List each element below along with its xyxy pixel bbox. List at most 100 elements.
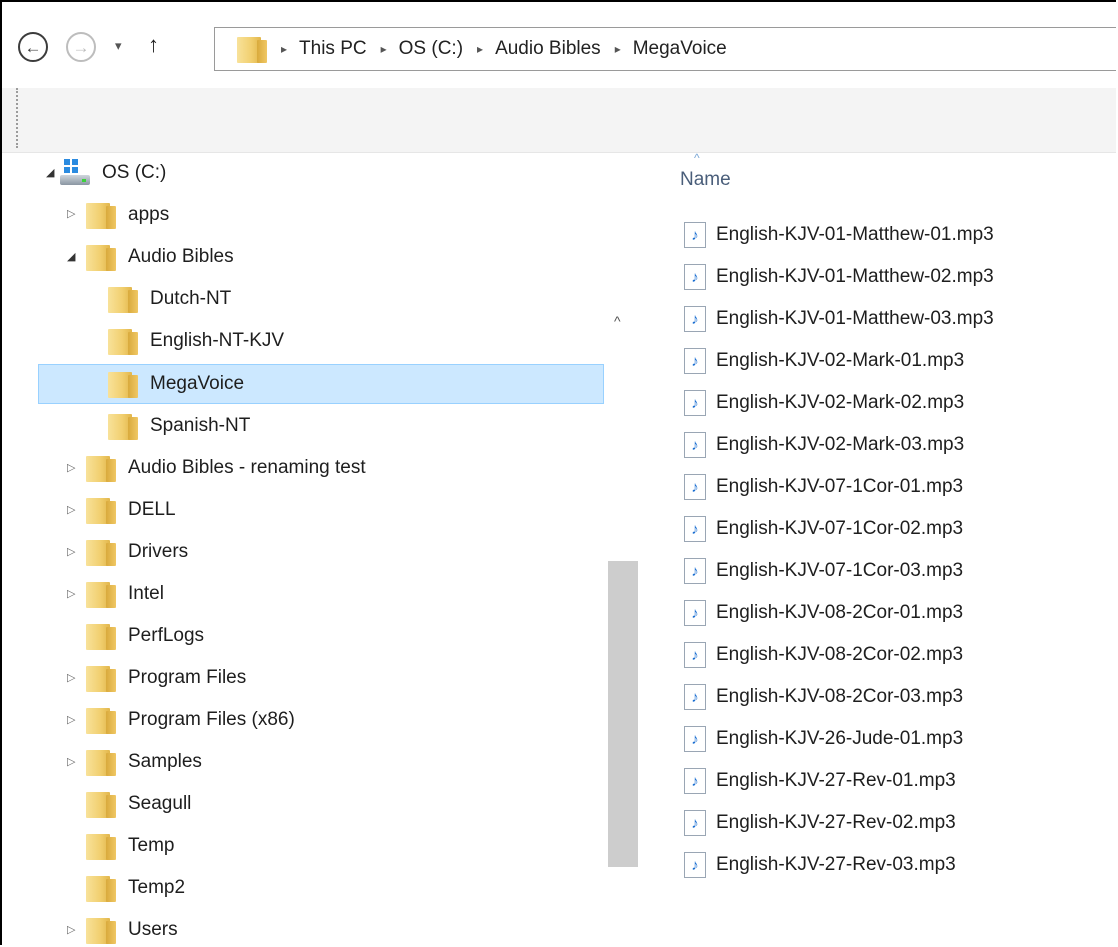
chevron-right-icon[interactable]: ▸ bbox=[477, 42, 483, 56]
file-item[interactable]: ♪ English-KJV-01-Matthew-02.mp3 bbox=[684, 257, 994, 297]
tree-item-label: Intel bbox=[128, 583, 164, 604]
folder-icon bbox=[86, 538, 116, 566]
tree-item-dell[interactable]: DELL bbox=[86, 490, 176, 530]
collapse-arrow-icon[interactable]: ▷ bbox=[67, 671, 75, 684]
tree-item-label: Temp bbox=[128, 835, 175, 856]
tree-item-label: PerfLogs bbox=[128, 625, 205, 646]
chevron-right-icon[interactable]: ▸ bbox=[615, 42, 621, 56]
tree-item-samples[interactable]: Samples bbox=[86, 742, 202, 782]
tree-item-os-c[interactable]: OS (C:) bbox=[60, 153, 166, 193]
tree-item-dutch-nt[interactable]: Dutch-NT bbox=[108, 279, 231, 319]
breadcrumb-audio-bibles[interactable]: Audio Bibles bbox=[495, 38, 601, 60]
column-header-name[interactable]: Name bbox=[680, 169, 731, 191]
tree-item-english-nt-kjv[interactable]: English-NT-KJV bbox=[108, 321, 284, 361]
file-name: English-KJV-02-Mark-03.mp3 bbox=[716, 434, 965, 455]
tree-item-label: Users bbox=[128, 919, 178, 940]
tree-item-megavoice[interactable]: MegaVoice bbox=[108, 364, 244, 404]
breadcrumb-this-pc[interactable]: This PC bbox=[299, 38, 367, 60]
collapse-arrow-icon[interactable]: ▷ bbox=[67, 587, 75, 600]
audio-file-icon: ♪ bbox=[684, 516, 706, 542]
back-button[interactable]: ← bbox=[18, 32, 48, 62]
tree-item-label: Program Files (x86) bbox=[128, 709, 295, 730]
folder-icon bbox=[86, 243, 116, 271]
audio-file-icon: ♪ bbox=[684, 852, 706, 878]
folder-icon bbox=[237, 35, 267, 63]
collapse-arrow-icon[interactable]: ▷ bbox=[67, 713, 75, 726]
breadcrumb-megavoice[interactable]: MegaVoice bbox=[633, 38, 727, 60]
tree-item-drivers[interactable]: Drivers bbox=[86, 532, 188, 572]
chevron-right-icon[interactable]: ▸ bbox=[381, 42, 387, 56]
explorer-window: ← → ▾ ↑ ▸ This PC ▸ OS (C:) ▸ Audio Bibl… bbox=[0, 0, 1116, 945]
file-item[interactable]: ♪ English-KJV-02-Mark-02.mp3 bbox=[684, 383, 964, 423]
file-item[interactable]: ♪ English-KJV-08-2Cor-03.mp3 bbox=[684, 677, 963, 717]
file-item[interactable]: ♪ English-KJV-08-2Cor-02.mp3 bbox=[684, 635, 963, 675]
collapse-arrow-icon[interactable]: ▷ bbox=[67, 545, 75, 558]
tree-item-temp2[interactable]: Temp2 bbox=[86, 868, 185, 908]
tree-item-program-files-x86[interactable]: Program Files (x86) bbox=[86, 700, 295, 740]
drive-icon bbox=[60, 159, 92, 187]
chevron-right-icon[interactable]: ▸ bbox=[281, 42, 287, 56]
file-item[interactable]: ♪ English-KJV-08-2Cor-01.mp3 bbox=[684, 593, 963, 633]
file-name: English-KJV-07-1Cor-01.mp3 bbox=[716, 476, 964, 497]
folder-icon bbox=[86, 201, 116, 229]
collapse-arrow-icon[interactable]: ▷ bbox=[67, 503, 75, 516]
collapse-arrow-icon[interactable]: ▷ bbox=[67, 461, 75, 474]
tree-item-label: MegaVoice bbox=[150, 373, 245, 394]
tree-item-temp[interactable]: Temp bbox=[86, 826, 174, 866]
file-item[interactable]: ♪ English-KJV-01-Matthew-03.mp3 bbox=[684, 299, 994, 339]
tree-item-perflogs[interactable]: PerfLogs bbox=[86, 616, 204, 656]
tree-item-label: Drivers bbox=[128, 541, 189, 562]
expand-arrow-icon[interactable]: ◢ bbox=[67, 250, 75, 263]
audio-file-icon: ♪ bbox=[684, 726, 706, 752]
folder-icon bbox=[86, 454, 116, 482]
address-bar[interactable]: ▸ This PC ▸ OS (C:) ▸ Audio Bibles ▸ Meg… bbox=[214, 27, 1116, 71]
file-item[interactable]: ♪ English-KJV-02-Mark-03.mp3 bbox=[684, 425, 964, 465]
collapse-arrow-icon[interactable]: ▷ bbox=[67, 207, 75, 220]
collapse-arrow-icon[interactable]: ▷ bbox=[67, 923, 75, 936]
address-bar-row: ← → ▾ ↑ ▸ This PC ▸ OS (C:) ▸ Audio Bibl… bbox=[2, 2, 1116, 88]
tree-item-program-files[interactable]: Program Files bbox=[86, 658, 246, 698]
file-item[interactable]: ♪ English-KJV-07-1Cor-01.mp3 bbox=[684, 467, 963, 507]
tree-item-label: Samples bbox=[128, 751, 202, 772]
folder-icon bbox=[108, 412, 138, 440]
tree-item-label: Dutch-NT bbox=[150, 288, 232, 309]
file-item[interactable]: ♪ English-KJV-27-Rev-01.mp3 bbox=[684, 761, 956, 801]
tree-item-users[interactable]: Users bbox=[86, 910, 178, 945]
scroll-up-icon[interactable]: ^ bbox=[614, 313, 621, 329]
audio-file-icon: ♪ bbox=[684, 684, 706, 710]
tree-item-label: Audio Bibles - renaming test bbox=[128, 457, 366, 478]
file-item[interactable]: ♪ English-KJV-01-Matthew-01.mp3 bbox=[684, 215, 994, 255]
collapse-arrow-icon[interactable]: ▷ bbox=[67, 755, 75, 768]
file-item[interactable]: ♪ English-KJV-02-Mark-01.mp3 bbox=[684, 341, 964, 381]
tree-item-label: apps bbox=[128, 204, 170, 225]
toolbar bbox=[2, 88, 1116, 153]
file-name: English-KJV-27-Rev-02.mp3 bbox=[716, 812, 956, 833]
tree-item-audio-bibles-renaming-test[interactable]: Audio Bibles - renaming test bbox=[86, 448, 366, 488]
audio-file-icon: ♪ bbox=[684, 306, 706, 332]
sort-ascending-icon: ^ bbox=[694, 151, 700, 165]
file-item[interactable]: ♪ English-KJV-07-1Cor-02.mp3 bbox=[684, 509, 963, 549]
audio-file-icon: ♪ bbox=[684, 768, 706, 794]
file-item[interactable]: ♪ English-KJV-26-Jude-01.mp3 bbox=[684, 719, 963, 759]
tree-item-seagull[interactable]: Seagull bbox=[86, 784, 191, 824]
breadcrumb-os-c[interactable]: OS (C:) bbox=[399, 38, 463, 60]
expand-arrow-icon[interactable]: ◢ bbox=[46, 166, 54, 179]
file-item[interactable]: ♪ English-KJV-27-Rev-03.mp3 bbox=[684, 845, 956, 885]
tree-item-label: Seagull bbox=[128, 793, 192, 814]
tree-item-intel[interactable]: Intel bbox=[86, 574, 164, 614]
file-item[interactable]: ♪ English-KJV-27-Rev-02.mp3 bbox=[684, 803, 956, 843]
toolbar-grip[interactable] bbox=[16, 88, 20, 148]
scrollbar-thumb[interactable] bbox=[608, 561, 638, 867]
tree-item-audio-bibles[interactable]: Audio Bibles bbox=[86, 237, 234, 277]
tree-item-spanish-nt[interactable]: Spanish-NT bbox=[108, 406, 250, 446]
up-arrow-icon[interactable]: ↑ bbox=[148, 32, 159, 58]
audio-file-icon: ♪ bbox=[684, 558, 706, 584]
file-item[interactable]: ♪ English-KJV-07-1Cor-03.mp3 bbox=[684, 551, 963, 591]
folder-icon bbox=[86, 706, 116, 734]
file-name: English-KJV-07-1Cor-03.mp3 bbox=[716, 560, 964, 581]
forward-button[interactable]: → bbox=[66, 32, 96, 62]
audio-file-icon: ♪ bbox=[684, 222, 706, 248]
tree-item-apps[interactable]: apps bbox=[86, 195, 169, 235]
recent-locations-icon[interactable]: ▾ bbox=[115, 38, 122, 54]
tree-item-label: English-NT-KJV bbox=[150, 330, 285, 351]
